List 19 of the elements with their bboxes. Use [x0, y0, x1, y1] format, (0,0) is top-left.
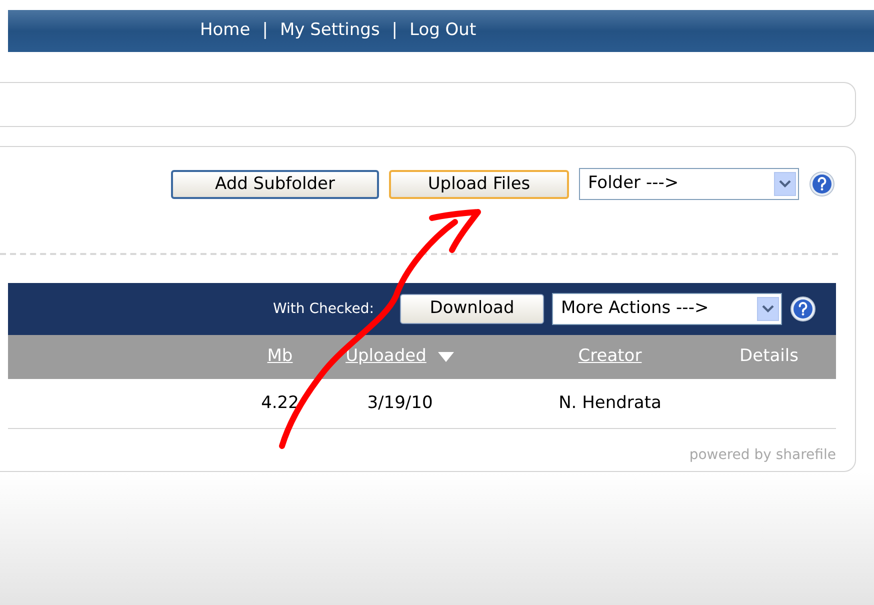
action-label: With Checked:: [272, 300, 374, 318]
help-icon[interactable]: [809, 171, 835, 197]
powered-by-text: powered by sharefile: [689, 446, 836, 465]
dropdown-field[interactable]: More Actions --->: [552, 293, 782, 325]
sort-descending-icon: [438, 352, 454, 362]
nav-separator: |: [262, 19, 268, 42]
dropdown-field[interactable]: Folder --->: [579, 168, 799, 200]
toolbar-button[interactable]: Add Subfolder: [171, 170, 379, 198]
toolbar-button[interactable]: Upload Files: [389, 170, 569, 198]
nav-separator: |: [392, 19, 398, 42]
download-button[interactable]: Download: [400, 294, 544, 324]
table-cell-text: 4.22: [261, 392, 299, 415]
nav-link[interactable]: My Settings: [280, 18, 380, 44]
table-cell-text: N. Hendrata: [558, 392, 662, 415]
nav-link[interactable]: Home: [200, 18, 250, 44]
help-icon[interactable]: [790, 296, 816, 322]
table-cell-text: 3/19/10: [367, 392, 433, 415]
column-header: Details: [740, 345, 798, 368]
nav-link[interactable]: Log Out: [410, 18, 476, 44]
